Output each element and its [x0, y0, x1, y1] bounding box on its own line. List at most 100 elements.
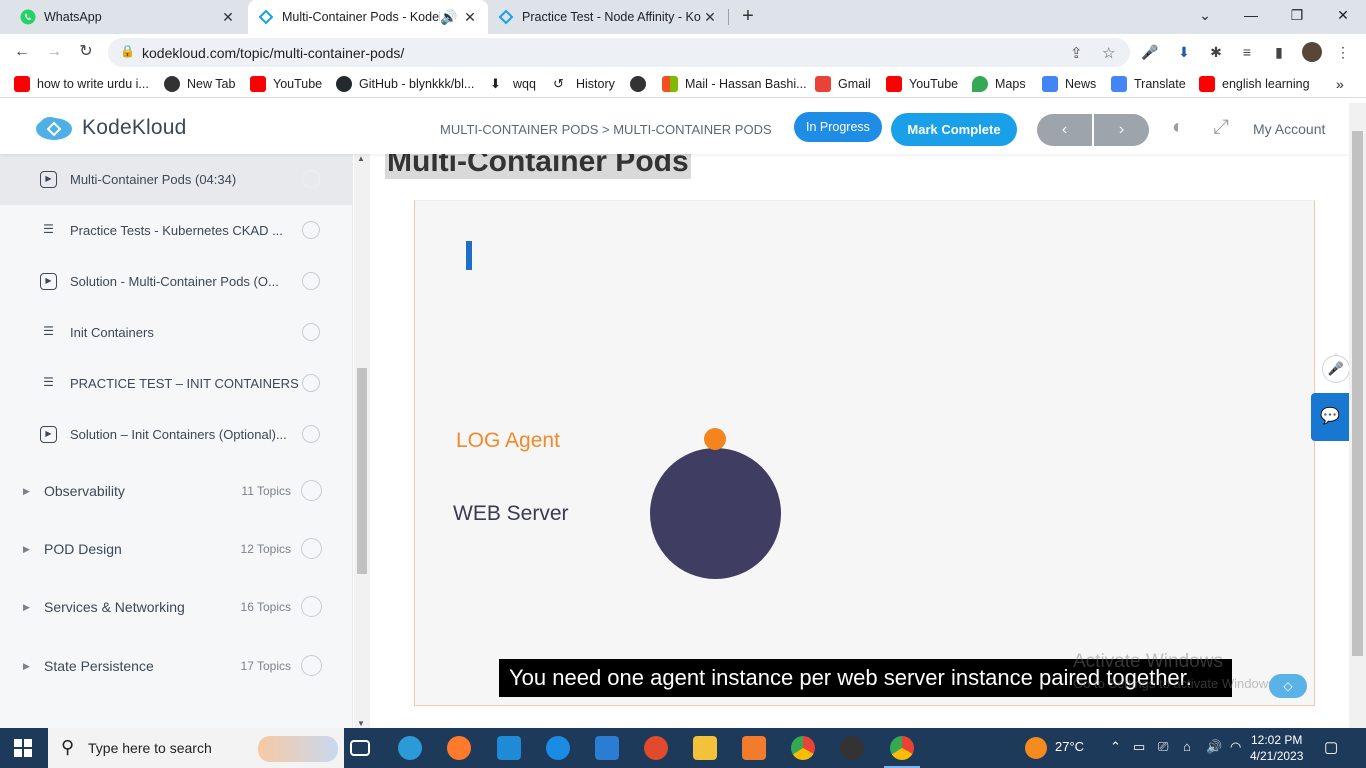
skype-icon[interactable]: [546, 736, 570, 760]
sidebar-scroll-thumb[interactable]: [357, 368, 367, 574]
microphone-extension-icon[interactable]: 🎤: [1141, 43, 1159, 61]
fullscreen-icon[interactable]: ⤢: [1213, 116, 1229, 139]
page-scroll-thumb[interactable]: [1352, 131, 1363, 656]
status-badge[interactable]: In Progress: [794, 112, 882, 142]
my-account-link[interactable]: My Account: [1253, 121, 1325, 137]
tab-multi-container-pods[interactable]: Multi-Container Pods - Kodek 🔊 ✕: [248, 0, 488, 34]
bookmark-item[interactable]: GitHub - blynkkk/bl...: [336, 76, 474, 92]
notifications-icon[interactable]: ▢: [1324, 738, 1338, 756]
bookmark-star-icon[interactable]: ☆: [1102, 44, 1115, 62]
reading-list-icon[interactable]: ≡: [1238, 43, 1256, 61]
taskbar-search[interactable]: ⚲ Type here to search: [48, 728, 344, 768]
task-view-icon[interactable]: [350, 740, 370, 756]
speaker-icon[interactable]: 🔊: [440, 9, 457, 26]
voice-widget-icon[interactable]: 🎤: [1322, 355, 1349, 383]
bookmark-item[interactable]: how to write urdu i...: [14, 76, 149, 92]
mark-complete-button[interactable]: Mark Complete: [891, 113, 1017, 146]
file-explorer-icon[interactable]: [693, 736, 717, 760]
bookmark-item[interactable]: New Tab: [164, 76, 235, 92]
completion-circle[interactable]: [301, 480, 322, 501]
dark-mode-icon[interactable]: ◐: [1172, 116, 1184, 139]
bookmark-item[interactable]: YouTube: [250, 76, 322, 92]
bookmark-item[interactable]: Mail - Hassan Bashi...: [662, 76, 807, 92]
weather-temp[interactable]: 27°C: [1055, 739, 1084, 754]
show-hidden-icons[interactable]: ⌃: [1110, 739, 1121, 755]
close-window-button[interactable]: ✕: [1320, 0, 1366, 30]
media-icon[interactable]: [644, 736, 668, 760]
browser-menu-icon[interactable]: ⋮: [1334, 43, 1352, 61]
extensions-icon[interactable]: ✱: [1207, 43, 1225, 61]
lesson-item[interactable]: ☰ Init Containers: [0, 307, 353, 358]
lesson-item[interactable]: ☰ PRACTICE TEST – INIT CONTAINERS: [0, 358, 353, 409]
restore-button[interactable]: ❐: [1274, 0, 1320, 30]
completion-circle[interactable]: [302, 221, 320, 239]
profile-avatar[interactable]: [1302, 42, 1322, 62]
battery-icon[interactable]: ▭: [1133, 739, 1145, 755]
share-icon[interactable]: ⇪: [1070, 44, 1083, 62]
tab-practice-test[interactable]: Practice Test - Node Affinity - Ko ✕: [488, 0, 728, 34]
forward-button[interactable]: →: [42, 40, 66, 64]
completion-circle[interactable]: [301, 538, 322, 559]
minimize-button[interactable]: —: [1228, 0, 1274, 30]
windows-start-icon[interactable]: [14, 739, 32, 757]
section-observability[interactable]: ▶ Observability 11 Topics: [0, 462, 353, 520]
side-panel-icon[interactable]: ▮: [1270, 43, 1288, 61]
bookmarks-overflow-icon[interactable]: »: [1336, 76, 1344, 92]
video-player[interactable]: LOG Agent WEB Server You need one agent …: [414, 200, 1315, 706]
weather-icon[interactable]: [1025, 737, 1047, 759]
bookmark-item[interactable]: english learning: [1199, 76, 1310, 92]
taskbar-clock[interactable]: 12:02 PM 4/21/2023: [1250, 732, 1303, 764]
bookmark-item[interactable]: YouTube: [886, 76, 958, 92]
bookmark-item[interactable]: ⬇ wqq: [490, 76, 536, 92]
tab-whatsapp[interactable]: WhatsApp ✕: [10, 0, 246, 34]
completion-circle[interactable]: [302, 425, 320, 443]
camera-app-icon[interactable]: [840, 736, 864, 760]
lesson-item[interactable]: ▶ Solution – Init Containers (Optional).…: [0, 409, 353, 460]
bookmark-item[interactable]: News: [1042, 76, 1096, 92]
completion-circle[interactable]: [302, 170, 320, 188]
store-icon[interactable]: [497, 736, 521, 760]
section-state-persistence[interactable]: ▶ State Persistence 17 Topics: [0, 637, 353, 695]
input-icon[interactable]: ⌂: [1183, 739, 1191, 754]
wifi-icon[interactable]: ◠: [1230, 739, 1241, 755]
chrome-profile-icon[interactable]: [884, 736, 920, 768]
completion-circle[interactable]: [301, 596, 322, 617]
edge-icon[interactable]: [398, 736, 422, 760]
next-lesson-button[interactable]: ›: [1094, 114, 1149, 146]
previous-lesson-button[interactable]: ‹: [1037, 114, 1092, 146]
close-tab-icon[interactable]: ✕: [462, 9, 478, 26]
close-tab-icon[interactable]: ✕: [220, 9, 236, 26]
lesson-item[interactable]: ▶ Multi-Container Pods (04:34): [0, 154, 353, 205]
scroll-up-arrow-icon[interactable]: ▲: [357, 154, 365, 163]
sidebar-scrollbar[interactable]: ▲ ▼: [354, 154, 370, 728]
network-icon[interactable]: ⎚: [1158, 739, 1168, 755]
bookmark-item[interactable]: ↺ History: [553, 76, 615, 92]
kodekloud-logo[interactable]: KodeKloud: [34, 114, 187, 142]
volume-icon[interactable]: 🔊: [1206, 739, 1222, 755]
page-scrollbar[interactable]: [1349, 103, 1366, 728]
address-bar[interactable]: 🔒 kodekloud.com/topic/multi-container-po…: [108, 38, 1130, 67]
settings-app-icon[interactable]: [742, 736, 766, 760]
lesson-item[interactable]: ▶ Solution - Multi-Container Pods (O...: [0, 256, 353, 307]
close-tab-icon[interactable]: ✕: [702, 9, 718, 26]
download-extension-icon[interactable]: ⬇: [1175, 43, 1193, 61]
new-tab-button[interactable]: +: [737, 5, 759, 27]
tab-search-icon[interactable]: ⌄: [1182, 0, 1228, 30]
completion-circle[interactable]: [302, 374, 320, 392]
bookmark-item[interactable]: Translate: [1111, 76, 1186, 92]
mail-icon[interactable]: [595, 736, 619, 760]
breadcrumb[interactable]: MULTI-CONTAINER PODS > MULTI-CONTAINER P…: [440, 122, 772, 137]
section-services-networking[interactable]: ▶ Services & Networking 16 Topics: [0, 578, 353, 636]
reload-button[interactable]: ↻: [74, 40, 98, 64]
completion-circle[interactable]: [302, 272, 320, 290]
chat-widget-icon[interactable]: 💬: [1311, 393, 1349, 441]
completion-circle[interactable]: [302, 323, 320, 341]
section-pod-design[interactable]: ▶ POD Design 12 Topics: [0, 520, 353, 578]
bookmark-item[interactable]: [630, 76, 653, 92]
back-button[interactable]: ←: [10, 40, 34, 64]
bookmark-item[interactable]: Gmail: [815, 76, 871, 92]
bookmark-item[interactable]: Maps: [972, 76, 1026, 92]
firefox-icon[interactable]: [447, 736, 471, 760]
lesson-item[interactable]: ☰ Practice Tests - Kubernetes CKAD ...: [0, 205, 353, 256]
scroll-down-arrow-icon[interactable]: ▼: [357, 719, 365, 728]
